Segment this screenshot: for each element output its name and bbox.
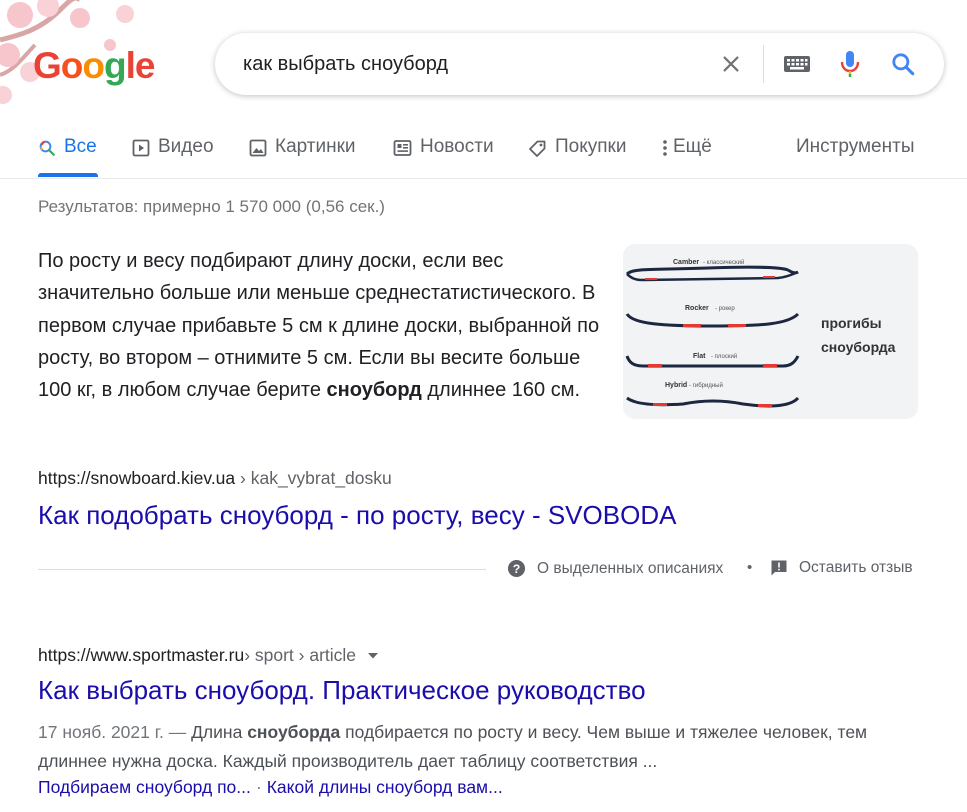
profile-sublabel-rocker: - рокер — [715, 306, 735, 312]
more-vert-icon — [662, 136, 668, 160]
news-icon — [393, 136, 412, 160]
feedback-button[interactable]: Оставить отзыв — [770, 559, 913, 577]
result-title-link[interactable]: Как выбрать сноуборд. Практическое руков… — [38, 675, 646, 706]
voice-search-button[interactable] — [834, 48, 866, 80]
microphone-icon — [840, 51, 860, 77]
profile-label-rocker: Rocker — [685, 305, 709, 312]
logo-letter: o — [60, 45, 84, 86]
caret-down-icon[interactable] — [367, 652, 379, 660]
url-path: › sport › article — [244, 645, 357, 665]
logo-letter: G — [33, 45, 62, 86]
tab-all[interactable]: Все — [38, 128, 97, 176]
tag-icon — [528, 136, 547, 160]
profile-sublabel-hybrid: - гибридный — [689, 382, 723, 389]
snippet-title-link[interactable]: Как подобрать сноуборд - по росту, весу … — [38, 500, 676, 531]
search-divider — [763, 45, 764, 83]
url-domain: https://www.sportmaster.ru — [38, 645, 245, 665]
profile-label-hybrid: Hybrid — [665, 382, 687, 389]
bullet-separator: • — [747, 559, 753, 576]
search-tabs: Все Видео Картинки Новости Покупки Ещё И… — [0, 128, 967, 178]
tools-button[interactable]: Инструменты — [796, 128, 914, 176]
search-icon — [38, 136, 56, 160]
help-icon: ? — [507, 559, 526, 578]
profile-sublabel-camber: - классический — [703, 259, 744, 266]
url-path: › kak_vybrat_dosku — [235, 468, 392, 488]
tabs-divider — [0, 178, 967, 179]
desc-before: Длина — [191, 722, 248, 742]
result-snippet: 17 нояб. 2021 г. — Длина сноуборда подби… — [38, 718, 868, 776]
search-icon — [892, 53, 915, 76]
keyboard-button[interactable] — [781, 48, 813, 80]
svg-text:?: ? — [513, 562, 521, 576]
tab-label: Ещё — [673, 136, 712, 157]
logo-letter: o — [82, 45, 105, 86]
feedback-label: Оставить отзыв — [799, 559, 913, 576]
clear-search-button[interactable] — [715, 48, 747, 80]
profile-sublabel-flat: - плоский — [711, 353, 737, 360]
profile-label-camber: Camber — [673, 259, 699, 266]
tab-more[interactable]: Ещё — [662, 128, 712, 176]
close-icon — [723, 56, 739, 72]
tab-label: Все — [64, 136, 97, 157]
snippet-text-bold: сноуборд — [326, 379, 422, 402]
featured-snippet-image[interactable]: Camber - классический Rocker - рокер Fla… — [623, 244, 918, 419]
image-caption-line1: прогибы — [821, 315, 882, 331]
tab-news[interactable]: Новости — [393, 128, 494, 176]
url-domain: https://snowboard.kiev.ua — [38, 468, 236, 488]
snippet-text-after: длиннее 160 см. — [421, 379, 581, 402]
tab-images[interactable]: Картинки — [249, 128, 356, 176]
result-date: 17 нояб. 2021 г. — — [38, 722, 192, 742]
keyboard-icon — [784, 56, 810, 72]
sitelink[interactable]: Какой длины сноуборд вам... — [267, 777, 503, 797]
image-caption-line2: сноуборда — [821, 339, 896, 355]
result-sitelinks: Подбираем сноуборд по... · Какой длины сно… — [38, 777, 503, 798]
featured-snippet-text: По росту и весу подбирают длину доски, е… — [38, 245, 603, 406]
about-featured-snippets-button[interactable]: ? О выделенных описаниях — [507, 559, 723, 578]
profile-label-flat: Flat — [693, 353, 706, 360]
active-tab-indicator — [38, 173, 98, 177]
desc-bold: сноуборда — [247, 722, 341, 742]
sitelink-separator: · — [255, 777, 262, 797]
sitelink[interactable]: Подбираем сноуборд по... — [38, 777, 251, 797]
result-stats: Результатов: примерно 1 570 000 (0,56 се… — [38, 197, 385, 216]
google-logo[interactable]: Google — [33, 45, 156, 86]
snowboard-profiles-illustration: Camber - классический Rocker - рокер Fla… — [625, 259, 896, 408]
tab-label: Видео — [158, 136, 214, 157]
tab-label: Новости — [420, 136, 494, 157]
search-box — [215, 33, 944, 95]
tab-shopping[interactable]: Покупки — [528, 128, 626, 176]
tab-label: Покупки — [555, 136, 627, 157]
search-submit-button[interactable] — [887, 48, 919, 80]
logo-letter: g — [104, 45, 127, 86]
logo-letter: e — [134, 45, 156, 86]
tools-label: Инструменты — [796, 136, 915, 157]
image-icon — [249, 136, 267, 160]
search-input[interactable] — [243, 33, 703, 95]
feedback-icon — [771, 560, 787, 576]
tab-video[interactable]: Видео — [132, 128, 214, 176]
result-url[interactable]: https://www.sportmaster.ru › sport › art… — [38, 645, 379, 666]
tab-label: Картинки — [275, 136, 356, 157]
video-icon — [132, 136, 150, 160]
snippet-source-url[interactable]: https://snowboard.kiev.ua › kak_vybrat_d… — [38, 468, 392, 489]
about-label: О выделенных описаниях — [537, 559, 724, 577]
featured-snippet-divider — [38, 569, 486, 570]
logo-letter: l — [125, 45, 136, 86]
